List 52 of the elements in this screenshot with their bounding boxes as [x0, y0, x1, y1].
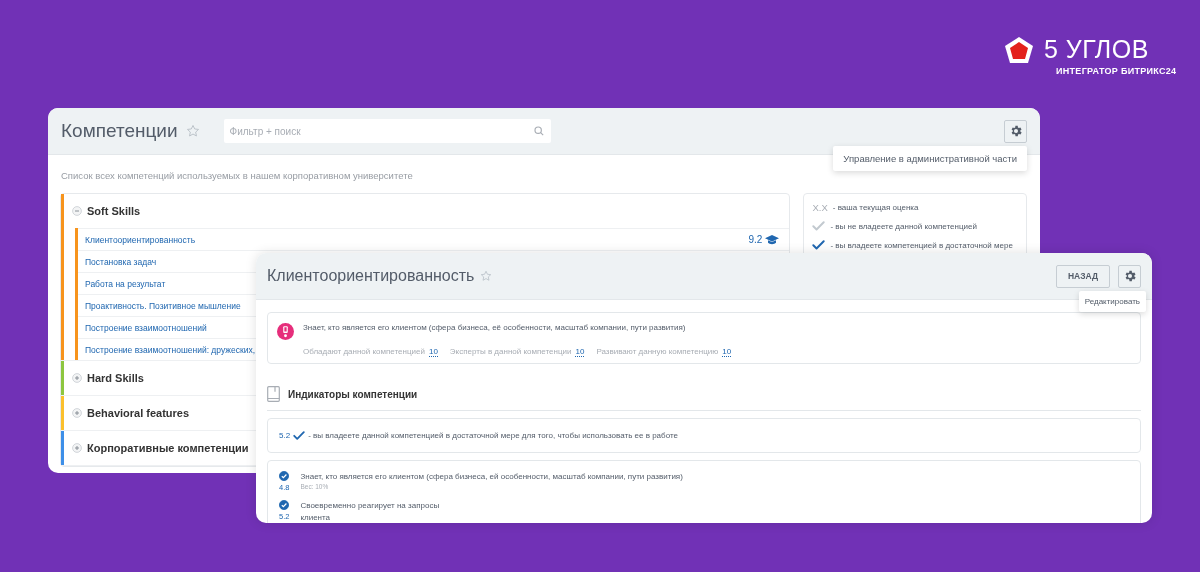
settings-button[interactable]: [1004, 119, 1027, 143]
stat-link[interactable]: 10: [722, 347, 732, 357]
description-text: Список всех компетенций используемых в нашем корпоративном университете: [61, 170, 414, 181]
competency-link[interactable]: Построение взаимоотношений: дружеских,: [85, 344, 256, 355]
competency-link[interactable]: Построение взаимоотношений: [85, 322, 207, 333]
logo-name: 5 УГЛОВ: [1044, 36, 1150, 62]
graduation-cap-icon: [765, 234, 780, 245]
level-text: - вы владеете данной компетенцией в достаточной мере для того, чтобы использовать ее в работе: [308, 431, 678, 440]
competency-link[interactable]: Проактивность. Позитивное мышление: [85, 300, 241, 311]
score-value: 9.2: [748, 234, 763, 245]
edit-tooltip: Редактировать: [1078, 291, 1146, 312]
star-icon[interactable]: [480, 270, 493, 282]
legend-text: - вы не владеете данной компетенцией: [830, 222, 977, 231]
legend-text: - ваша текущая оценка: [832, 203, 919, 212]
stat-link[interactable]: 10: [575, 347, 585, 357]
competency-link[interactable]: Клиентоориентированность: [85, 234, 196, 245]
stat-label: Развивают данную компетенцию: [596, 347, 719, 356]
collapse-icon[interactable]: [72, 206, 82, 216]
competency-link[interactable]: Постановка задач: [85, 256, 157, 267]
search-field[interactable]: Фильтр + поиск: [223, 119, 551, 143]
search-icon: [533, 126, 544, 136]
settings-tooltip: Управление в административной части: [833, 146, 1027, 171]
competency-link[interactable]: Работа на результат: [85, 278, 166, 289]
indicator-text: Своевременно реагирует на запросы клиента: [300, 500, 440, 523]
check-icon: [812, 221, 826, 232]
expand-icon[interactable]: [72, 373, 82, 383]
section-heading: Индикаторы компетенции: [288, 388, 418, 400]
legend-text: - вы владеете компетенцией в достаточной мере: [830, 241, 1013, 250]
score-symbol: X.X: [812, 202, 828, 213]
group-title[interactable]: Корпоративные компетенции: [87, 442, 249, 454]
expand-icon[interactable]: [72, 443, 82, 453]
stat-label: Обладают данной компетенцией: [303, 347, 425, 356]
expand-icon[interactable]: [72, 408, 82, 418]
check-icon: [293, 430, 306, 441]
star-icon[interactable]: [185, 124, 200, 138]
back-button[interactable]: НАЗАД: [1055, 264, 1110, 288]
book-icon: [267, 386, 280, 402]
logo-icon: [1004, 36, 1034, 66]
window-title: Клиентоориентированность: [267, 267, 475, 285]
group-title[interactable]: Behavioral features: [87, 407, 190, 419]
summary-text: Знает, кто является его клиентом (сфера бизнеса, её особенности, масштаб компании, пути развития): [303, 323, 687, 332]
stat-link[interactable]: 10: [428, 347, 438, 357]
group-title[interactable]: Soft Skills: [87, 205, 141, 217]
logo-tagline: ИНТЕГРАТОР БИТРИКС24: [1056, 66, 1177, 76]
score-value: 5.2: [279, 431, 291, 440]
settings-button[interactable]: [1118, 264, 1141, 288]
group-title[interactable]: Hard Skills: [87, 372, 144, 384]
alert-icon: [277, 323, 294, 340]
stat-label: Эксперты в данной компетенции: [449, 347, 572, 356]
indicator-text: Знает, кто является его клиентом (сфера бизнеса, ей особенности, масштаб компании, пути развития): [300, 471, 683, 483]
window-title: Компетенции: [61, 120, 178, 142]
check-icon: [812, 240, 826, 251]
